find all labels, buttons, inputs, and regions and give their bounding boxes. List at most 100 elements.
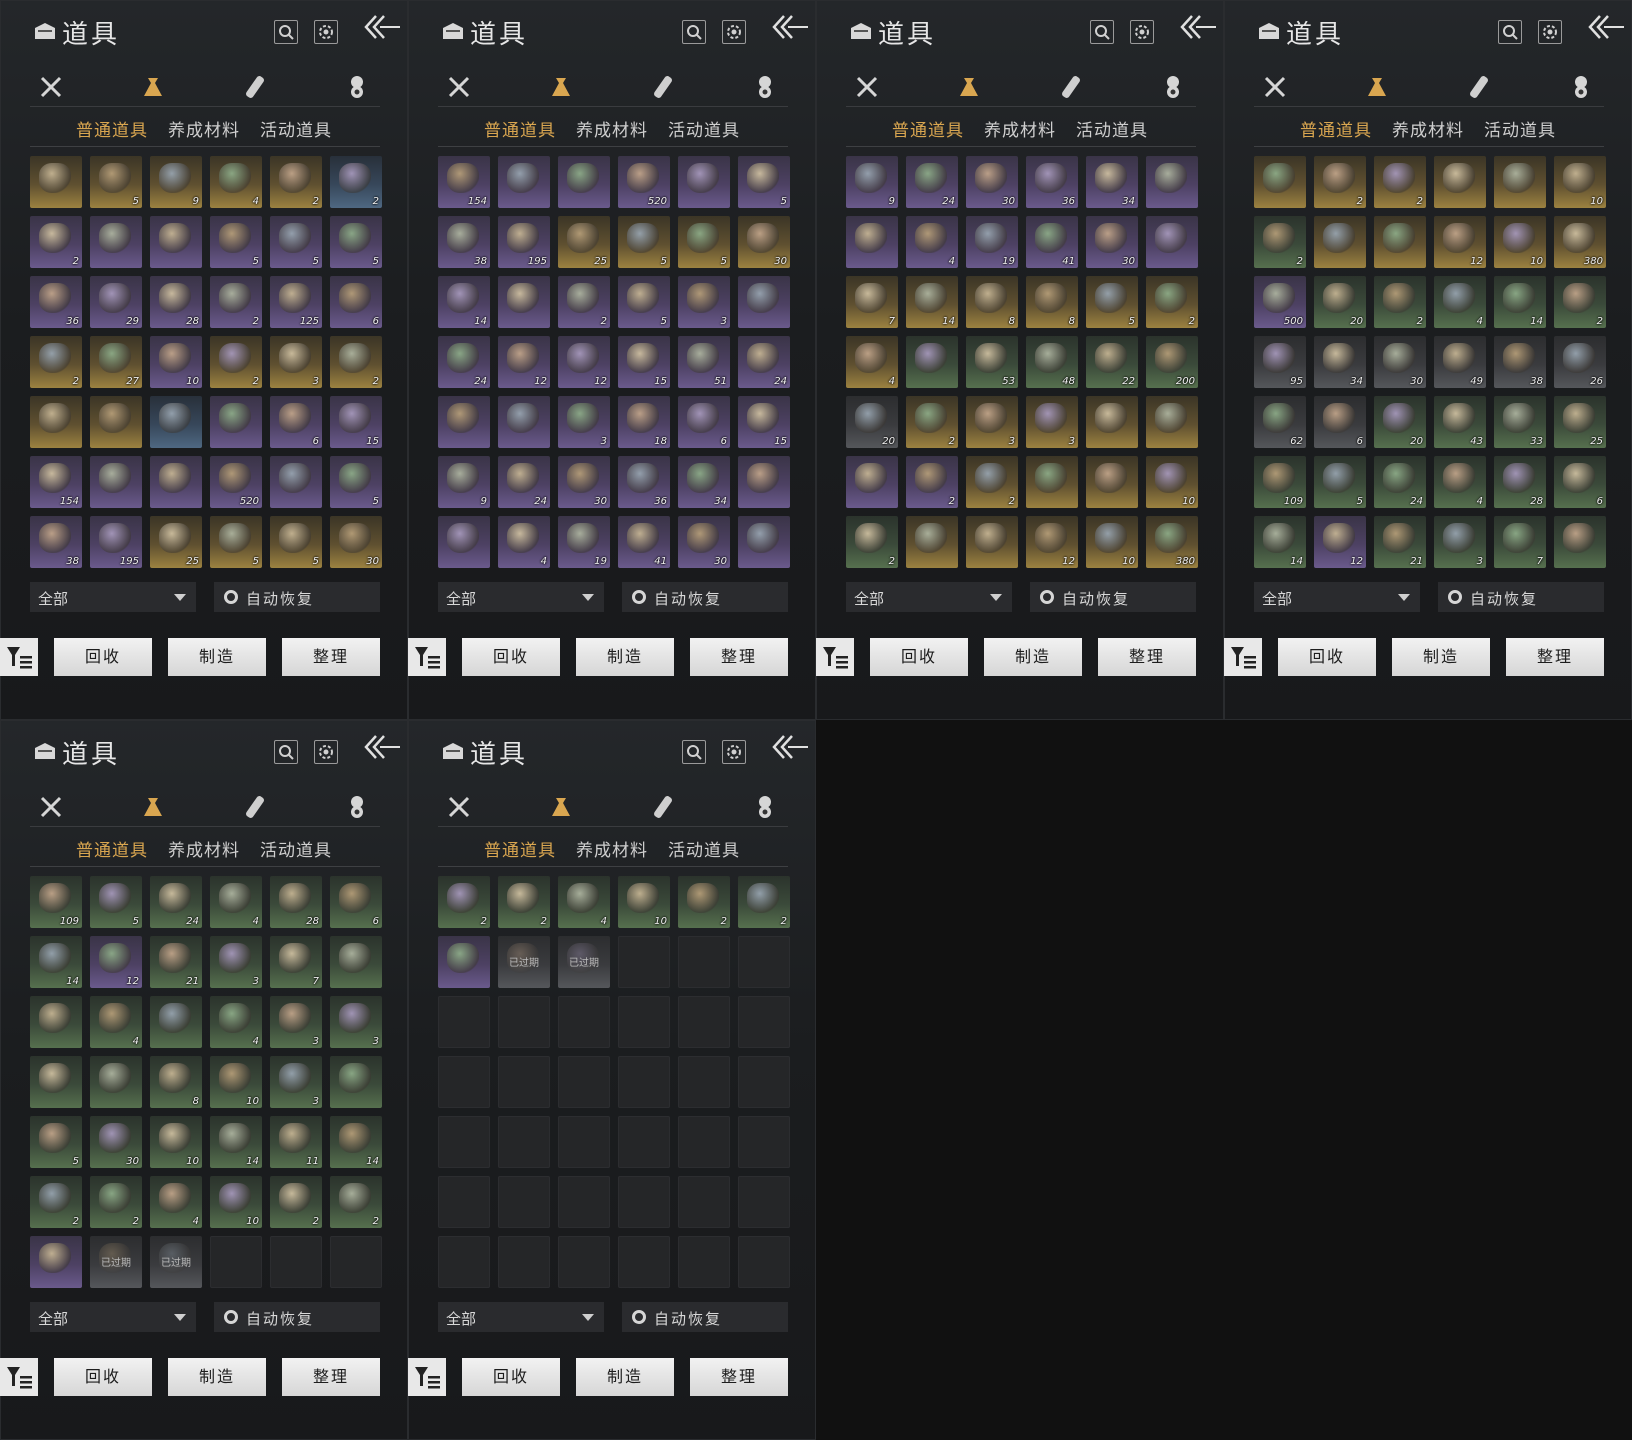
search-button[interactable] bbox=[274, 740, 298, 764]
category-items-tab[interactable] bbox=[546, 72, 576, 102]
item-slot[interactable]: 12 bbox=[1314, 516, 1366, 568]
item-slot[interactable]: 2 bbox=[558, 276, 610, 328]
item-slot[interactable]: 5 bbox=[738, 156, 790, 208]
category-scroll-tab[interactable] bbox=[240, 72, 270, 102]
tab-event-items[interactable]: 活动道具 bbox=[260, 116, 332, 141]
item-slot[interactable]: 6 bbox=[270, 396, 322, 448]
item-slot[interactable]: 3 bbox=[678, 276, 730, 328]
item-slot[interactable]: 5 bbox=[1314, 456, 1366, 508]
filter-dropdown[interactable]: 全部 bbox=[1254, 582, 1420, 612]
item-slot[interactable]: 62 bbox=[1254, 396, 1306, 448]
item-slot[interactable]: 30 bbox=[738, 216, 790, 268]
item-slot[interactable]: 27 bbox=[90, 336, 142, 388]
craft-button[interactable]: 制造 bbox=[168, 1358, 266, 1396]
filter-sort-button[interactable] bbox=[408, 638, 446, 676]
item-slot[interactable] bbox=[210, 396, 262, 448]
item-slot[interactable]: 9 bbox=[150, 156, 202, 208]
item-slot[interactable] bbox=[30, 156, 82, 208]
item-slot[interactable] bbox=[738, 276, 790, 328]
item-slot[interactable]: 18 bbox=[618, 396, 670, 448]
item-slot[interactable]: 2 bbox=[30, 216, 82, 268]
item-slot[interactable]: 30 bbox=[330, 516, 382, 568]
item-slot[interactable]: 9 bbox=[846, 156, 898, 208]
tab-growth-materials[interactable]: 养成材料 bbox=[168, 836, 240, 861]
item-slot[interactable]: 29 bbox=[90, 276, 142, 328]
item-slot[interactable]: 2 bbox=[270, 1176, 322, 1228]
item-slot[interactable]: 10 bbox=[150, 1116, 202, 1168]
item-slot[interactable] bbox=[498, 396, 550, 448]
item-slot[interactable]: 30 bbox=[1374, 336, 1426, 388]
category-misc-tab[interactable] bbox=[342, 792, 372, 822]
item-slot[interactable]: 25 bbox=[150, 516, 202, 568]
tab-event-items[interactable]: 活动道具 bbox=[668, 116, 740, 141]
item-slot[interactable]: 15 bbox=[330, 396, 382, 448]
item-slot[interactable]: 6 bbox=[330, 876, 382, 928]
item-slot[interactable]: 2 bbox=[30, 336, 82, 388]
item-slot[interactable]: 200 bbox=[1146, 336, 1198, 388]
filter-sort-button[interactable] bbox=[816, 638, 854, 676]
auto-restore-button[interactable]: 自动恢复 bbox=[622, 582, 788, 612]
item-slot[interactable]: 24 bbox=[150, 876, 202, 928]
sort-button[interactable]: 整理 bbox=[690, 1358, 788, 1396]
item-slot[interactable]: 30 bbox=[966, 156, 1018, 208]
item-slot[interactable]: 14 bbox=[330, 1116, 382, 1168]
item-slot[interactable]: 12 bbox=[1026, 516, 1078, 568]
item-slot[interactable]: 109 bbox=[1254, 456, 1306, 508]
item-slot[interactable]: 已过期 bbox=[498, 936, 550, 988]
item-slot[interactable]: 8 bbox=[966, 276, 1018, 328]
item-slot[interactable]: 5 bbox=[210, 516, 262, 568]
item-slot[interactable]: 3 bbox=[1026, 396, 1078, 448]
item-slot[interactable]: 10 bbox=[150, 336, 202, 388]
settings-button[interactable] bbox=[1130, 20, 1154, 44]
item-slot[interactable]: 125 bbox=[270, 276, 322, 328]
item-slot[interactable]: 20 bbox=[846, 396, 898, 448]
item-slot[interactable]: 43 bbox=[1434, 396, 1486, 448]
tab-common-items[interactable]: 普通道具 bbox=[1300, 116, 1372, 141]
item-slot[interactable]: 19 bbox=[558, 516, 610, 568]
item-slot[interactable] bbox=[1086, 396, 1138, 448]
tab-common-items[interactable]: 普通道具 bbox=[76, 836, 148, 861]
item-slot[interactable]: 2 bbox=[678, 876, 730, 928]
back-button[interactable] bbox=[1178, 12, 1218, 42]
item-slot[interactable]: 11 bbox=[270, 1116, 322, 1168]
item-slot[interactable]: 2 bbox=[210, 336, 262, 388]
item-slot[interactable] bbox=[150, 456, 202, 508]
craft-button[interactable]: 制造 bbox=[984, 638, 1082, 676]
item-slot[interactable]: 3 bbox=[966, 396, 1018, 448]
search-button[interactable] bbox=[682, 740, 706, 764]
item-slot[interactable] bbox=[966, 516, 1018, 568]
filter-sort-button[interactable] bbox=[408, 1358, 446, 1396]
category-items-tab[interactable] bbox=[954, 72, 984, 102]
item-slot[interactable] bbox=[330, 1056, 382, 1108]
item-slot[interactable]: 5 bbox=[618, 216, 670, 268]
recycle-button[interactable]: 回收 bbox=[54, 1358, 152, 1396]
item-slot[interactable] bbox=[150, 996, 202, 1048]
category-misc-tab[interactable] bbox=[750, 792, 780, 822]
item-slot[interactable]: 20 bbox=[1314, 276, 1366, 328]
item-slot[interactable]: 2 bbox=[1374, 276, 1426, 328]
item-slot[interactable]: 36 bbox=[1026, 156, 1078, 208]
item-slot[interactable]: 30 bbox=[1086, 216, 1138, 268]
item-slot[interactable]: 2 bbox=[330, 336, 382, 388]
item-slot[interactable] bbox=[90, 456, 142, 508]
tab-common-items[interactable]: 普通道具 bbox=[76, 116, 148, 141]
item-slot[interactable]: 2 bbox=[30, 1176, 82, 1228]
item-slot[interactable]: 12 bbox=[558, 336, 610, 388]
tab-common-items[interactable]: 普通道具 bbox=[484, 116, 556, 141]
item-slot[interactable]: 500 bbox=[1254, 276, 1306, 328]
item-slot[interactable] bbox=[1494, 156, 1546, 208]
item-slot[interactable]: 30 bbox=[558, 456, 610, 508]
item-slot[interactable]: 2 bbox=[906, 456, 958, 508]
item-slot[interactable] bbox=[90, 1056, 142, 1108]
category-scroll-tab[interactable] bbox=[1056, 72, 1086, 102]
tab-growth-materials[interactable]: 养成材料 bbox=[984, 116, 1056, 141]
item-slot[interactable]: 380 bbox=[1554, 216, 1606, 268]
item-slot[interactable]: 4 bbox=[1434, 276, 1486, 328]
item-slot[interactable]: 4 bbox=[846, 336, 898, 388]
item-slot[interactable]: 2 bbox=[846, 516, 898, 568]
item-slot[interactable]: 14 bbox=[30, 936, 82, 988]
item-slot[interactable] bbox=[90, 396, 142, 448]
filter-dropdown[interactable]: 全部 bbox=[846, 582, 1012, 612]
item-slot[interactable]: 5 bbox=[90, 156, 142, 208]
item-slot[interactable]: 3 bbox=[330, 996, 382, 1048]
